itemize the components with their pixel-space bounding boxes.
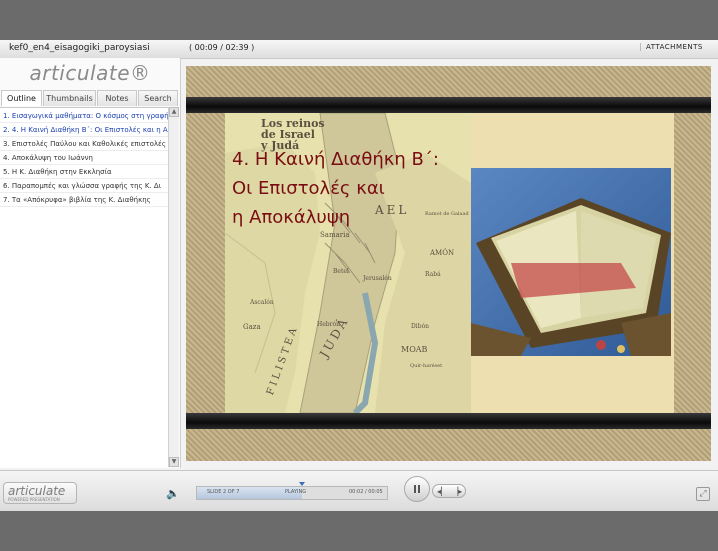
map-label: Samaria (320, 231, 350, 239)
map-label: Rabá (425, 271, 441, 278)
footer-logo-text: articulate (8, 484, 66, 498)
tab-search[interactable]: Search (138, 90, 178, 106)
playback-status: PLAYING (285, 489, 307, 495)
outline-item[interactable]: 1. Εισαγωγικά μαθήματα: Ο κόσμος στη γρα… (0, 110, 168, 123)
slide-title-line: Οι Επιστολές και (232, 178, 385, 199)
map-label: Ascalón (250, 299, 274, 306)
scroll-up-icon[interactable]: ▲ (169, 107, 179, 117)
map-label: Jerusalén (363, 275, 392, 282)
outline-item[interactable]: 6. Παραπομπές και γλώσσα γραφής της Κ. Δ… (0, 180, 168, 193)
articulate-logo: articulate® (0, 58, 180, 88)
outline-list: 1. Εισαγωγικά μαθήματα: Ο κόσμος στη γρα… (0, 107, 168, 468)
file-title: kef0_en4_eisagogiki_paroysiasi (9, 43, 150, 53)
map-label: Dibón (411, 323, 430, 330)
next-slide-icon[interactable]: ▕▸ (452, 486, 462, 497)
outline-item[interactable]: 4. Αποκάλυψη του Ιωάννη (0, 152, 168, 165)
slide-time: 00:02 / 00:05 (349, 489, 383, 495)
slide-title: 4. Η Καινή Διαθήκη Β΄: Οι Επιστολές και … (232, 145, 477, 232)
slide-title-line: η Αποκάλυψη (232, 207, 351, 228)
outline-item-selected[interactable]: 2. 4. Η Καινή Διαθήκη Β΄: Οι Επιστολές κ… (0, 124, 168, 137)
open-book-illustration (471, 168, 671, 356)
footer-logo-subtext: POWERED PRESENTATION (8, 497, 60, 502)
time-display: ( 00:09 / 02:39 ) (189, 43, 255, 52)
tab-thumbnails[interactable]: Thumbnails (43, 90, 96, 106)
fullscreen-icon[interactable]: ⤢ (696, 487, 710, 501)
map-label: MOAB (401, 345, 428, 354)
slide-nav-buttons: ◂▏ ▕▸ (432, 484, 466, 498)
slide-title-line: 4. Η Καινή Διαθήκη Β΄: (232, 149, 439, 170)
outline-item[interactable]: 3. Επιστολές Παύλου και Καθολικές επιστο… (0, 138, 168, 151)
outline-item[interactable]: 7. Τα «Απόκρυφα» βιβλία της Κ. Διαθήκης (0, 194, 168, 207)
seek-bar[interactable]: SLIDE 2 OF 7 PLAYING 00:02 / 00:05 (196, 482, 388, 500)
pause-icon (414, 485, 416, 493)
scroll-down-icon[interactable]: ▼ (169, 457, 179, 467)
previous-slide-icon[interactable]: ◂▏ (437, 486, 447, 497)
slide-top-bar (186, 97, 711, 113)
pause-button[interactable] (404, 476, 430, 502)
outline-item[interactable]: 5. Η Κ. Διαθήκη στην Εκκλησία (0, 166, 168, 179)
volume-icon[interactable]: 🔈 (166, 487, 180, 501)
pause-icon-bar (418, 485, 420, 493)
outline-scrollbar[interactable]: ▲ ▼ (168, 107, 179, 467)
logo-text: articulate® (29, 61, 151, 85)
attachments-button[interactable]: ATTACHMENTS (640, 43, 703, 51)
seek-marker-icon[interactable] (299, 482, 305, 486)
title-bar: kef0_en4_eisagogiki_paroysiasi ( 00:09 /… (0, 40, 718, 59)
footer-logo[interactable]: articulate POWERED PRESENTATION (3, 482, 77, 504)
map-label: Quir-haréset (410, 363, 443, 369)
map-label: AMÓN (430, 249, 455, 257)
book-picture (471, 113, 674, 413)
map-label: Betel (333, 268, 349, 275)
tab-notes[interactable]: Notes (97, 90, 137, 106)
slide-counter: SLIDE 2 OF 7 (207, 489, 240, 495)
map-label: Gaza (243, 323, 261, 331)
sidebar-tabs: Outline Thumbnails Notes Search (0, 90, 178, 106)
slide-bottom-bar (186, 413, 711, 429)
tab-outline[interactable]: Outline (1, 90, 42, 106)
